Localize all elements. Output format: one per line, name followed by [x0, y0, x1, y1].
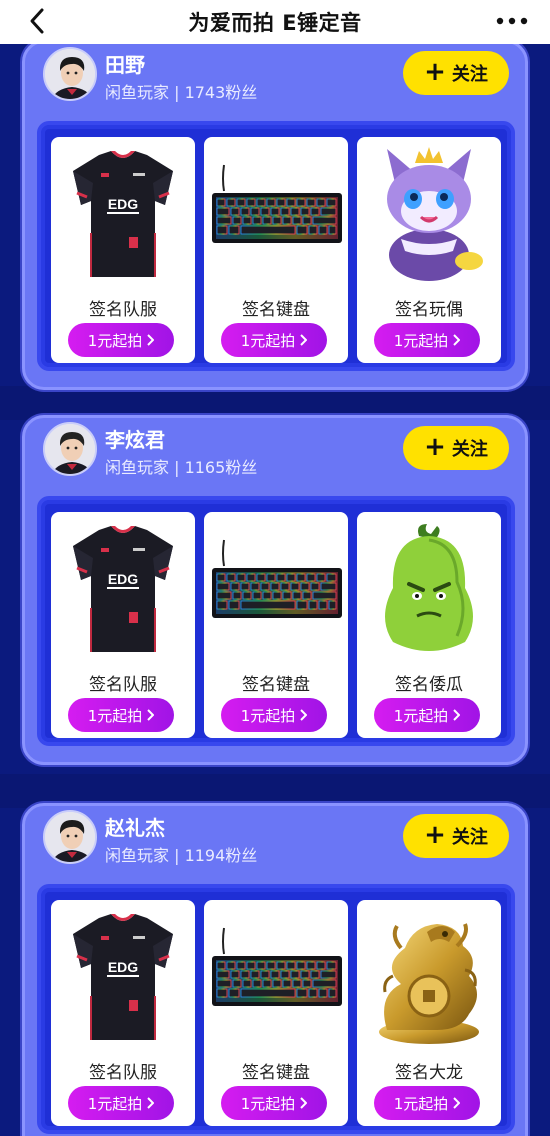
chevron-right-icon: [300, 709, 308, 721]
bid-button[interactable]: 1元起拍: [374, 1086, 480, 1120]
player-feed: 田野 闲鱼玩家 | 1743粉丝 + 关注 EDG 签名队服 1元起拍 签名键盘…: [0, 44, 550, 1136]
player-card: 田野 闲鱼玩家 | 1743粉丝 + 关注 EDG 签名队服 1元起拍 签名键盘…: [22, 44, 528, 390]
player-card: 赵礼杰 闲鱼玩家 | 1194粉丝 + 关注 EDG 签名队服 1元起拍 签名键…: [22, 803, 528, 1136]
item-name: 签名队服: [89, 1063, 157, 1083]
follow-label: 关注: [451, 827, 488, 848]
follow-label: 关注: [451, 64, 488, 85]
top-nav-bar: 为爱而拍 E锤定音: [0, 0, 550, 44]
player-card: 李炫君 闲鱼玩家 | 1165粉丝 + 关注 EDG 签名队服 1元起拍 签名键…: [22, 415, 528, 765]
plus-icon: +: [424, 56, 446, 87]
jersey-icon: EDG: [51, 143, 195, 287]
item-name: 签名倭瓜: [395, 675, 463, 695]
items-panel: EDG 签名队服 1元起拍: [37, 496, 515, 746]
chevron-right-icon: [300, 334, 308, 346]
bid-button[interactable]: 1元起拍: [374, 323, 480, 357]
auction-item[interactable]: EDG 签名队服 1元起拍: [51, 137, 195, 363]
keyboard-icon: [204, 143, 348, 287]
chevron-right-icon: [147, 1097, 155, 1109]
chevron-right-icon: [453, 1097, 461, 1109]
player-name[interactable]: 赵礼杰: [105, 812, 165, 841]
squash-plush-icon: [357, 518, 501, 662]
keyboard-icon: [204, 518, 348, 662]
auction-item[interactable]: 签名玩偶 1元起拍: [357, 137, 501, 363]
keyboard-icon: [204, 906, 348, 1050]
bid-label: 1元起拍: [240, 1094, 296, 1113]
chevron-right-icon: [147, 334, 155, 346]
chevron-right-icon: [147, 709, 155, 721]
bid-label: 1元起拍: [393, 706, 449, 725]
player-name[interactable]: 李炫君: [105, 424, 165, 453]
jersey-icon: EDG: [51, 906, 195, 1050]
bid-button[interactable]: 1元起拍: [374, 698, 480, 732]
auction-item[interactable]: EDG 签名队服 1元起拍: [51, 512, 195, 738]
chevron-left-icon: [30, 8, 44, 34]
bid-label: 1元起拍: [87, 331, 143, 350]
bid-label: 1元起拍: [393, 331, 449, 350]
auction-item[interactable]: 签名键盘 1元起拍: [204, 900, 348, 1126]
auction-item[interactable]: EDG 签名队服 1元起拍: [51, 900, 195, 1126]
player-subtitle: 闲鱼玩家 | 1194粉丝: [105, 846, 258, 865]
bid-label: 1元起拍: [240, 706, 296, 725]
player-name[interactable]: 田野: [105, 49, 145, 78]
more-button[interactable]: [494, 6, 530, 36]
follow-button[interactable]: + 关注: [403, 426, 509, 470]
follow-button[interactable]: + 关注: [403, 51, 509, 95]
auction-item[interactable]: 签名倭瓜 1元起拍: [357, 512, 501, 738]
bid-button[interactable]: 1元起拍: [221, 323, 327, 357]
player-subtitle: 闲鱼玩家 | 1743粉丝: [105, 83, 258, 102]
items-panel: EDG 签名队服 1元起拍: [37, 884, 515, 1134]
plus-icon: +: [424, 431, 446, 462]
svg-text:EDG: EDG: [108, 959, 138, 975]
bid-button[interactable]: 1元起拍: [68, 698, 174, 732]
svg-text:EDG: EDG: [108, 196, 138, 212]
auction-item[interactable]: 签名键盘 1元起拍: [204, 512, 348, 738]
chevron-right-icon: [453, 709, 461, 721]
bid-label: 1元起拍: [240, 331, 296, 350]
svg-text:EDG: EDG: [108, 571, 138, 587]
bid-label: 1元起拍: [87, 706, 143, 725]
item-name: 签名键盘: [242, 1063, 310, 1083]
bid-label: 1元起拍: [393, 1094, 449, 1113]
more-dots-icon: [496, 17, 528, 25]
dragon-statue-icon: [357, 906, 501, 1050]
player-subtitle: 闲鱼玩家 | 1165粉丝: [105, 458, 258, 477]
follow-label: 关注: [451, 439, 488, 460]
cat-plush-icon: [357, 143, 501, 287]
chevron-right-icon: [300, 1097, 308, 1109]
bid-button[interactable]: 1元起拍: [68, 323, 174, 357]
avatar-photo-icon: [45, 424, 95, 474]
bid-button[interactable]: 1元起拍: [221, 698, 327, 732]
plus-icon: +: [424, 819, 446, 850]
back-button[interactable]: [22, 6, 52, 36]
bid-label: 1元起拍: [87, 1094, 143, 1113]
auction-item[interactable]: 签名大龙 1元起拍: [357, 900, 501, 1126]
auction-item[interactable]: 签名键盘 1元起拍: [204, 137, 348, 363]
item-name: 签名键盘: [242, 300, 310, 320]
page-title: 为爱而拍 E锤定音: [188, 11, 362, 35]
avatar[interactable]: [43, 47, 97, 101]
items-panel: EDG 签名队服 1元起拍: [37, 121, 515, 371]
item-name: 签名玩偶: [395, 300, 463, 320]
bid-button[interactable]: 1元起拍: [68, 1086, 174, 1120]
avatar-photo-icon: [45, 49, 95, 99]
item-name: 签名大龙: [395, 1063, 463, 1083]
chevron-right-icon: [453, 334, 461, 346]
bid-button[interactable]: 1元起拍: [221, 1086, 327, 1120]
avatar[interactable]: [43, 810, 97, 864]
item-name: 签名队服: [89, 300, 157, 320]
avatar[interactable]: [43, 422, 97, 476]
jersey-icon: EDG: [51, 518, 195, 662]
item-name: 签名队服: [89, 675, 157, 695]
item-name: 签名键盘: [242, 675, 310, 695]
follow-button[interactable]: + 关注: [403, 814, 509, 858]
avatar-photo-icon: [45, 812, 95, 862]
